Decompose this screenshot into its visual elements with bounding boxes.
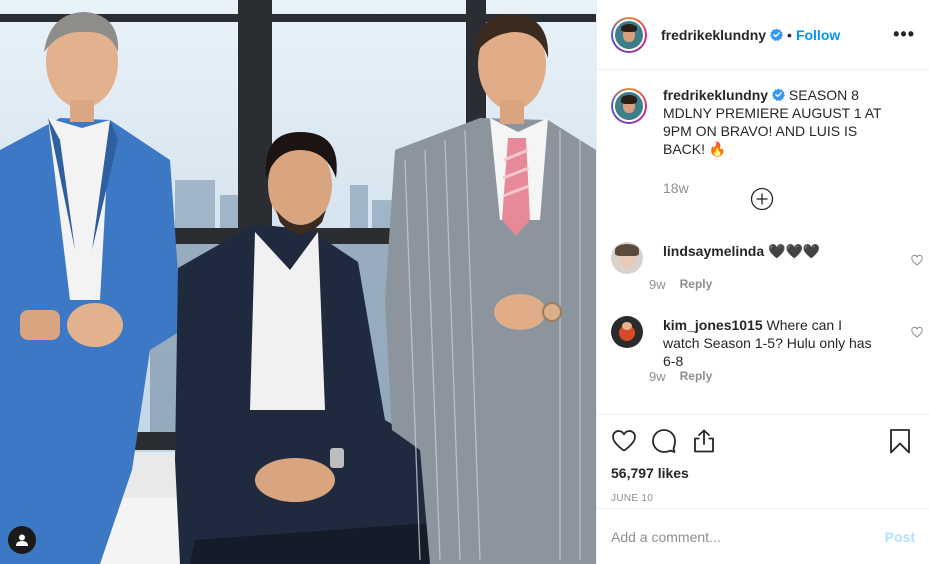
- share-icon[interactable]: [691, 428, 717, 454]
- comment-timestamp[interactable]: 9w: [649, 277, 666, 292]
- user-tag-icon[interactable]: [8, 526, 36, 554]
- comment-meta: 9w Reply: [649, 369, 712, 384]
- plus-circle-icon[interactable]: [750, 187, 774, 211]
- comment-meta: 9w Reply: [649, 277, 712, 292]
- comment-item: kim_jones1015 Where can I watch Season 1…: [611, 316, 915, 370]
- comment-text: 🖤🖤🖤: [768, 243, 821, 259]
- user-silhouette-icon: [16, 534, 28, 546]
- action-icons-row: [611, 427, 913, 455]
- caption-author-username[interactable]: fredrikeklundny: [663, 87, 768, 103]
- post-photo[interactable]: [0, 0, 596, 564]
- post-side-panel: fredrikeklundny • Follow ••• fredrikeklu…: [596, 0, 929, 564]
- commenter-username[interactable]: kim_jones1015: [663, 317, 763, 333]
- photo-illustration: [0, 0, 596, 564]
- commenter-avatar[interactable]: [611, 242, 643, 274]
- comment-item: lindsaymelinda 🖤🖤🖤: [611, 242, 915, 274]
- more-options-icon[interactable]: •••: [893, 24, 915, 45]
- post-header: fredrikeklundny • Follow •••: [597, 0, 929, 70]
- comment-text-block: lindsaymelinda 🖤🖤🖤: [663, 242, 878, 274]
- reply-button[interactable]: Reply: [680, 277, 713, 292]
- comment-heart-icon[interactable]: [911, 254, 923, 266]
- heart-icon[interactable]: [611, 428, 637, 454]
- reply-button[interactable]: Reply: [680, 369, 713, 384]
- post-actions: 56,797 likes JUNE 10: [597, 414, 929, 508]
- post-date[interactable]: JUNE 10: [611, 493, 913, 504]
- verified-badge-icon: [770, 28, 783, 41]
- comment-text-block: kim_jones1015 Where can I watch Season 1…: [663, 316, 878, 370]
- comments-section[interactable]: fredrikeklundny SEASON 8 MDLNY PREMIERE …: [597, 70, 929, 414]
- comment-input[interactable]: [611, 528, 885, 545]
- caption-text-block: fredrikeklundny SEASON 8 MDLNY PREMIERE …: [663, 86, 903, 158]
- author-avatar[interactable]: [611, 16, 647, 53]
- caption-timestamp[interactable]: 18w: [663, 180, 915, 196]
- caption-author-avatar[interactable]: [611, 88, 647, 124]
- separator-dot: •: [787, 26, 792, 43]
- bookmark-icon[interactable]: [887, 428, 913, 454]
- comment-composer: Post: [597, 508, 929, 564]
- post-comment-button[interactable]: Post: [885, 529, 915, 545]
- caption-row: fredrikeklundny SEASON 8 MDLNY PREMIERE …: [611, 86, 915, 158]
- commenter-avatar[interactable]: [611, 316, 643, 348]
- comment-bubble-icon[interactable]: [651, 428, 677, 454]
- commenter-username[interactable]: lindsaymelinda: [663, 243, 764, 259]
- comment-timestamp[interactable]: 9w: [649, 369, 666, 384]
- author-username[interactable]: fredrikeklundny: [661, 27, 766, 43]
- comment-heart-icon[interactable]: [911, 326, 923, 338]
- verified-badge-icon: [772, 88, 785, 101]
- likes-count[interactable]: 56,797 likes: [611, 465, 913, 481]
- follow-button[interactable]: Follow: [796, 27, 840, 43]
